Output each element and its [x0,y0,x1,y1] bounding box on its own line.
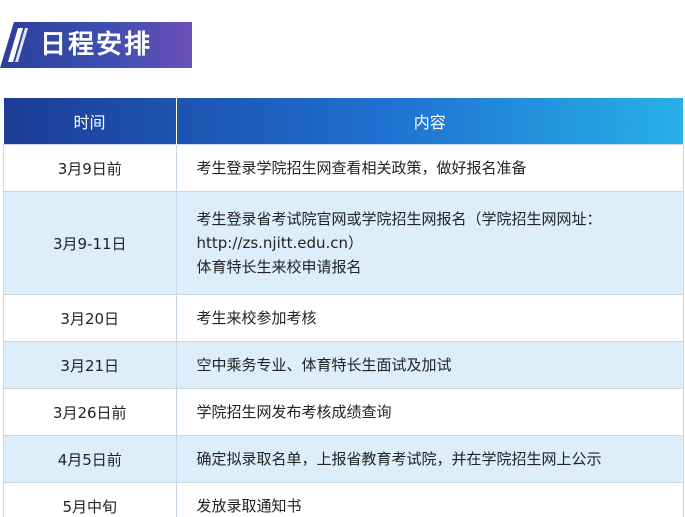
row-content-line: 空中乘务专业、体育特长生面试及加试 [196,356,452,374]
schedule-table: 时间 内容 3月9日前 考生登录学院招生网查看相关政策，做好报名准备 3月9-1… [3,98,684,517]
row-content-line: 学院招生网发布考核成绩查询 [196,403,392,421]
table-row: 3月21日 空中乘务专业、体育特长生面试及加试 [3,341,684,389]
table-row: 4月5日前 确定拟录取名单，上报省教育考试院，并在学院招生网上公示 [3,435,684,483]
row-time: 3月21日 [3,341,177,389]
section-title-banner: 日程安排 [0,22,192,68]
row-content: 发放录取通知书 [176,482,684,517]
row-content-line: 考生登录省考试院官网或学院招生网报名（学院招生网网址： [196,210,602,228]
header-content: 内容 [176,98,684,145]
row-content-line: 确定拟录取名单，上报省教育考试院，并在学院招生网上公示 [196,450,602,468]
row-content-line: 体育特长生来校申请报名 [196,258,362,276]
double-slash-icon [8,28,28,62]
row-content: 考生登录省考试院官网或学院招生网报名（学院招生网网址： http://zs.nj… [176,191,684,295]
table-row: 3月26日前 学院招生网发布考核成绩查询 [3,388,684,436]
row-time: 5月中旬 [3,482,177,517]
row-content: 考生登录学院招生网查看相关政策，做好报名准备 [176,144,684,192]
table-header-row: 时间 内容 [3,98,684,145]
page: 日程安排 时间 内容 3月9日前 考生登录学院招生网查看相关政策，做好报名准备 … [0,0,685,517]
header-time: 时间 [3,98,177,145]
row-time: 3月20日 [3,294,177,342]
section-title: 日程安排 [40,30,153,60]
row-time: 3月9-11日 [3,191,177,295]
row-content-line: 考生来校参加考核 [196,309,317,327]
row-content-line: http://zs.njitt.edu.cn） [196,234,364,252]
table-row: 5月中旬 发放录取通知书 [3,482,684,517]
table-row: 3月20日 考生来校参加考核 [3,294,684,342]
row-time: 4月5日前 [3,435,177,483]
row-content-line: 考生登录学院招生网查看相关政策，做好报名准备 [196,159,527,177]
table-row: 3月9日前 考生登录学院招生网查看相关政策，做好报名准备 [3,144,684,192]
row-content-line: 发放录取通知书 [196,497,302,515]
row-time: 3月9日前 [3,144,177,192]
row-content: 学院招生网发布考核成绩查询 [176,388,684,436]
table-row: 3月9-11日 考生登录省考试院官网或学院招生网报名（学院招生网网址： http… [3,191,684,295]
row-time: 3月26日前 [3,388,177,436]
row-content: 空中乘务专业、体育特长生面试及加试 [176,341,684,389]
row-content: 考生来校参加考核 [176,294,684,342]
row-content: 确定拟录取名单，上报省教育考试院，并在学院招生网上公示 [176,435,684,483]
